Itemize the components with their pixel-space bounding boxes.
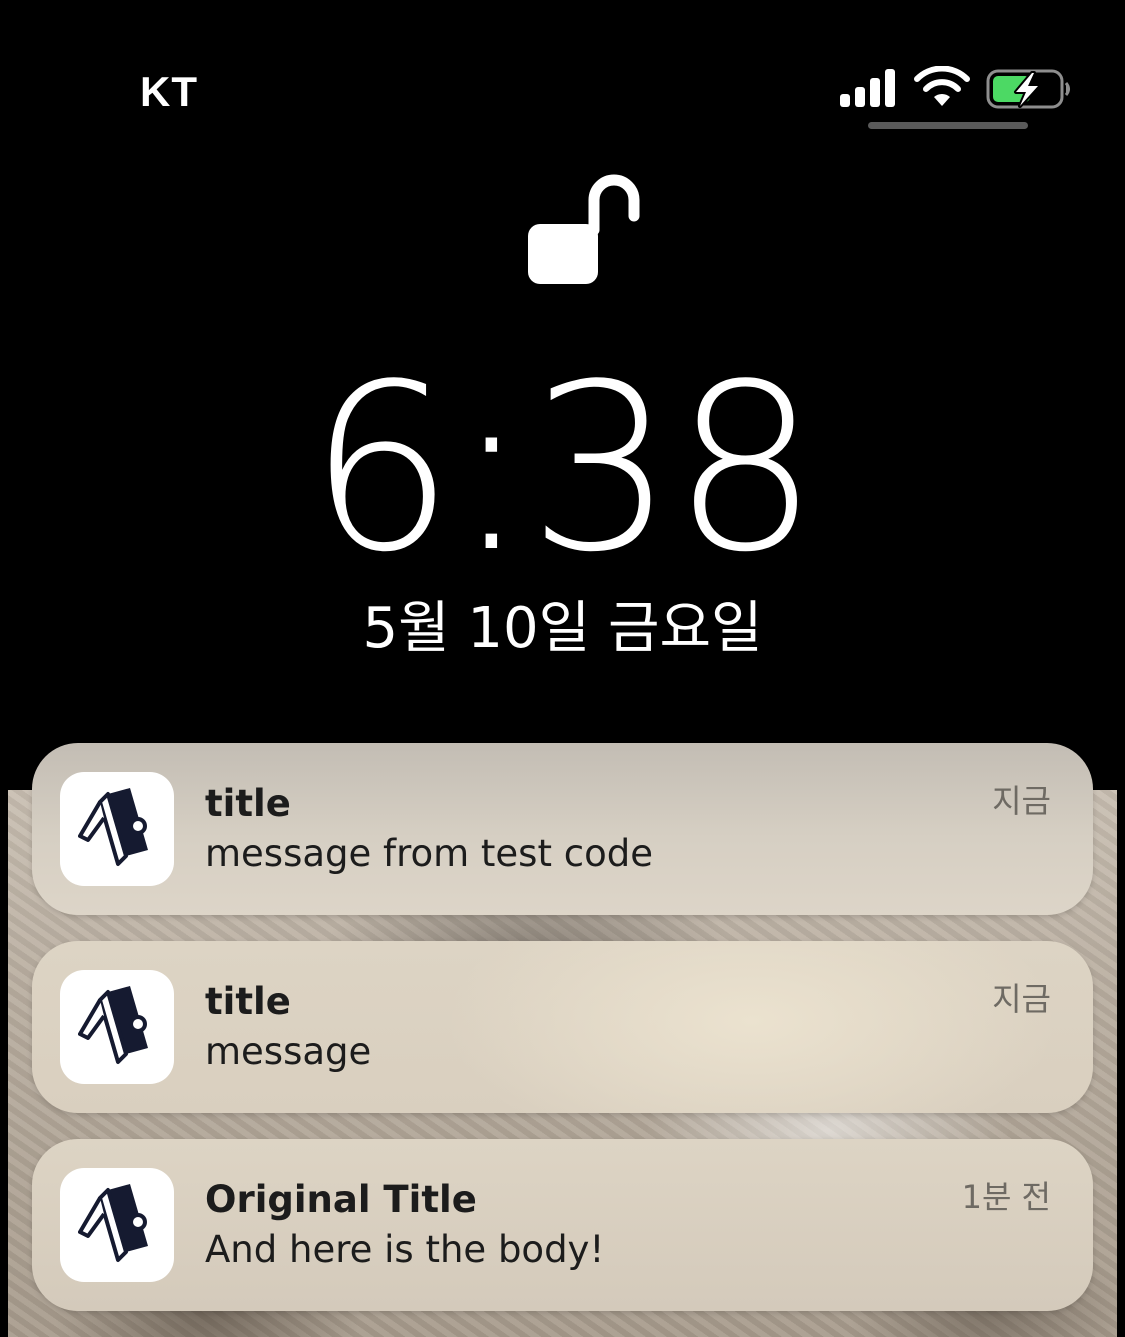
notification-card[interactable]: title message from test code 지금 — [32, 743, 1093, 915]
app-logo-icon — [78, 788, 148, 866]
app-icon — [60, 1168, 174, 1282]
notification-title: title — [205, 980, 291, 1023]
cellular-signal-icon — [840, 69, 895, 107]
battery-charging-icon — [986, 69, 1070, 109]
carrier-label: KT — [140, 68, 198, 115]
control-center-indicator[interactable] — [868, 122, 1028, 129]
notification-title: title — [205, 782, 291, 825]
status-icons — [838, 66, 1078, 110]
app-icon — [60, 772, 174, 886]
app-logo-icon — [78, 986, 148, 1064]
notification-card[interactable]: Original Title And here is the body! 1분 … — [32, 1139, 1093, 1311]
lock-screen-time: 6:38 — [308, 336, 819, 603]
notification-body: And here is the body! — [205, 1228, 605, 1271]
app-icon — [60, 970, 174, 1084]
unlocked-padlock-icon — [528, 174, 640, 284]
lock-screen-date: 5월 10일 금요일 — [362, 596, 763, 661]
notification-body: message — [205, 1030, 372, 1073]
notification-body: message from test code — [205, 832, 653, 875]
lock-screen: KT 6:38 5월 10일 금요일 title message from te… — [0, 0, 1125, 1337]
notification-time: 지금 — [992, 782, 1051, 820]
app-logo-icon — [78, 1184, 148, 1262]
notification-title: Original Title — [205, 1178, 477, 1221]
notification-card[interactable]: title message 지금 — [32, 941, 1093, 1113]
notification-time: 지금 — [992, 980, 1051, 1018]
notification-time: 1분 전 — [961, 1178, 1051, 1216]
wifi-icon — [914, 66, 970, 106]
